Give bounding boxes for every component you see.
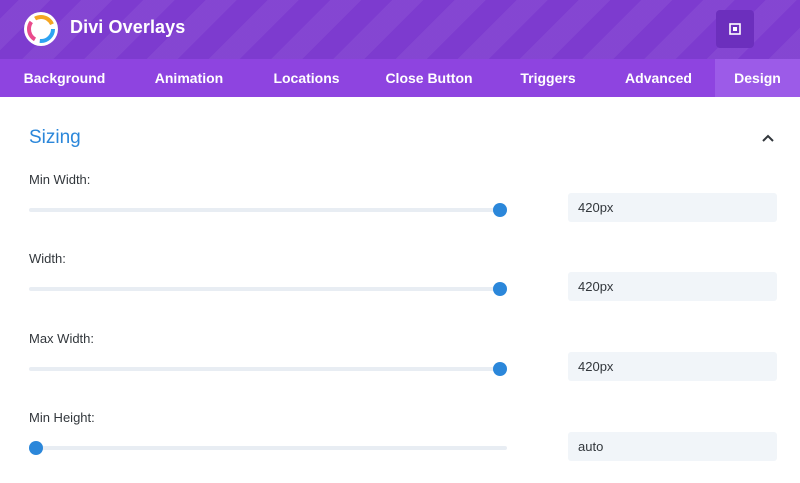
width-input[interactable]: 420px [568,272,777,301]
min-height-slider-handle[interactable] [29,441,43,455]
tab-close-button[interactable]: Close Button [364,59,494,97]
panel-title: Divi Overlays [70,17,186,37]
panel-header: Divi Overlays [0,0,800,59]
min-width-input[interactable]: 420px [568,193,777,222]
expand-button[interactable] [716,10,754,48]
tab-triggers[interactable]: Triggers [494,59,602,97]
tab-locations[interactable]: Locations [249,59,364,97]
divi-overlays-settings-panel: Divi Overlays Background Animation Locat… [0,0,800,483]
max-width-label: Max Width: [29,331,95,346]
min-width-label: Min Width: [29,172,91,187]
expand-icon [729,23,741,35]
section-title[interactable]: Sizing [29,127,81,149]
min-width-slider-handle[interactable] [493,203,507,217]
divi-overlays-logo-icon [24,12,58,46]
settings-tabs: Background Animation Locations Close But… [0,59,800,97]
tab-animation[interactable]: Animation [129,59,249,97]
width-label: Width: [29,251,66,266]
sizing-section: Sizing Min Width: 420px Width: 420px Max… [0,97,800,483]
max-width-slider-handle[interactable] [493,362,507,376]
width-slider[interactable] [29,282,507,296]
tab-background[interactable]: Background [0,59,129,97]
min-height-slider[interactable] [29,441,507,455]
min-height-input[interactable]: auto [568,432,777,461]
min-width-slider[interactable] [29,203,507,217]
min-height-label: Min Height: [29,410,95,425]
tab-design[interactable]: Design [715,59,800,97]
chevron-up-icon[interactable] [761,133,775,143]
tab-advanced[interactable]: Advanced [602,59,715,97]
max-width-input[interactable]: 420px [568,352,777,381]
width-slider-handle[interactable] [493,282,507,296]
max-width-slider[interactable] [29,362,507,376]
